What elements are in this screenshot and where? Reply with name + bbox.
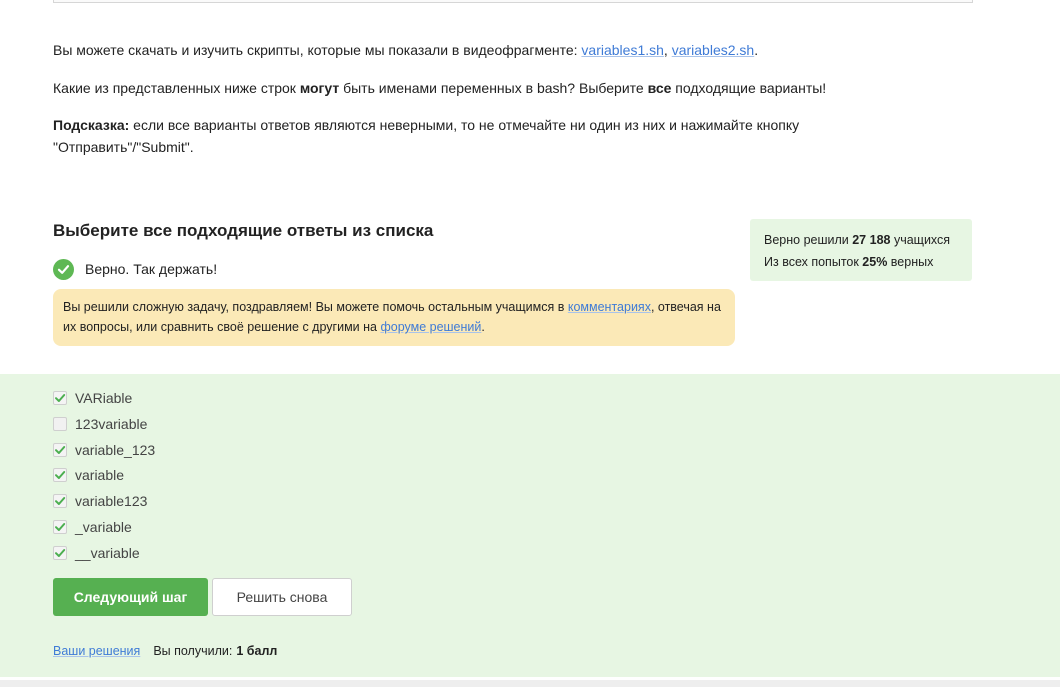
submission-footer: Ваши решения Вы получили: 1 балл	[53, 644, 277, 658]
checkbox-icon[interactable]	[53, 468, 67, 482]
option-underscore-variable[interactable]: _variable	[53, 517, 132, 537]
option-double-underscore-variable[interactable]: __variable	[53, 543, 140, 563]
question-text: Какие из представленных ниже строк могут…	[53, 80, 827, 96]
video-frame-bottom	[53, 0, 973, 3]
correct-status: Верно. Так держать!	[53, 257, 217, 281]
stats-panel: Верно решили 27 188 учащихся Из всех поп…	[750, 219, 972, 281]
option-variable-caps[interactable]: VARiable	[53, 388, 132, 408]
option-variable-123[interactable]: variable_123	[53, 440, 155, 460]
quiz-title: Выберите все подходящие ответы из списка	[53, 221, 434, 240]
checkbox-icon[interactable]	[53, 391, 67, 405]
solutions-forum-link[interactable]: форуме решений	[380, 320, 481, 334]
congrats-banner: Вы решили сложную задачу, поздравляем! В…	[53, 289, 735, 346]
your-solutions-link[interactable]: Ваши решения	[53, 644, 140, 658]
checkbox-icon[interactable]	[53, 494, 67, 508]
hint-paragraph: Подсказка: если все варианты ответов явл…	[53, 117, 800, 155]
comments-link[interactable]: комментариях	[568, 300, 651, 314]
option-123variable[interactable]: 123variable	[53, 414, 147, 434]
option-variable[interactable]: variable	[53, 465, 124, 485]
check-circle-icon	[53, 258, 74, 280]
scripts-paragraph: Вы можете скачать и изучить скрипты, кот…	[53, 42, 759, 58]
variables1-link[interactable]: variables1.sh	[581, 42, 664, 58]
page-bottom-divider	[0, 680, 1060, 687]
checkbox-icon[interactable]	[53, 520, 67, 534]
checkbox-icon[interactable]	[53, 546, 67, 560]
checkbox-icon[interactable]	[53, 417, 67, 431]
solved-count-line: Верно решили 27 188 учащихся	[764, 233, 951, 247]
solve-again-button[interactable]: Решить снова	[212, 578, 352, 616]
score-value: 1 балл	[236, 644, 278, 658]
score-label: Вы получили:	[153, 644, 233, 658]
option-variable123[interactable]: variable123	[53, 491, 147, 511]
answers-area: VARiable 123variable variable_123 variab…	[0, 374, 1060, 677]
checkbox-icon[interactable]	[53, 443, 67, 457]
attempts-line: Из всех попыток 25% верных	[764, 255, 934, 269]
status-text: Верно. Так держать!	[85, 261, 218, 277]
variables2-link[interactable]: variables2.sh	[672, 42, 755, 58]
next-step-button[interactable]: Следующий шаг	[53, 578, 208, 616]
